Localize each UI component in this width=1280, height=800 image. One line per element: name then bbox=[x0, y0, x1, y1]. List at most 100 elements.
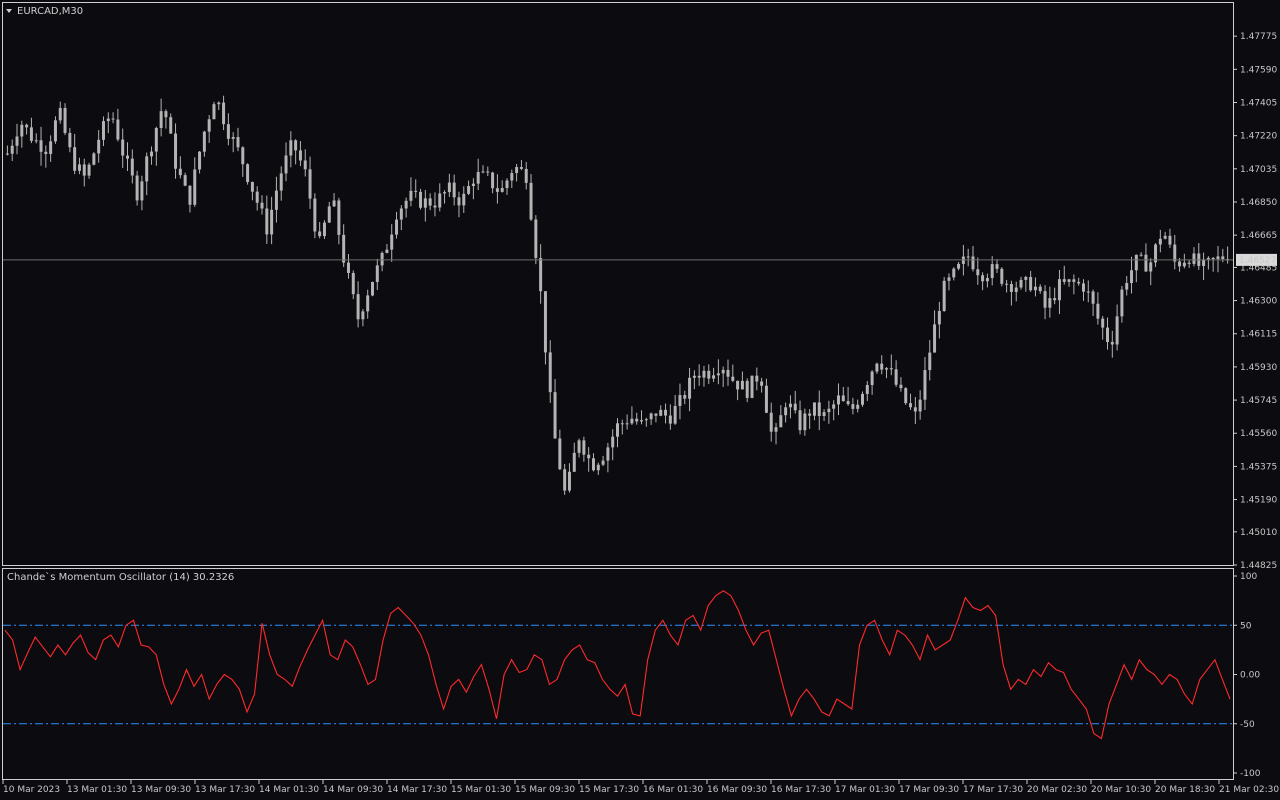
candle-body bbox=[894, 369, 898, 385]
candle-body bbox=[1182, 262, 1186, 267]
time-tick-label: 15 Mar 17:30 bbox=[579, 785, 639, 795]
candle-body bbox=[164, 111, 168, 118]
candle-body bbox=[913, 407, 917, 412]
candle-body bbox=[1029, 276, 1033, 291]
candle-body bbox=[481, 171, 485, 173]
candle-body bbox=[44, 151, 48, 154]
candle-body bbox=[836, 395, 840, 405]
candle-body bbox=[841, 395, 845, 402]
candle-body bbox=[193, 169, 197, 205]
candle-body bbox=[966, 256, 970, 258]
candle-body bbox=[255, 191, 259, 203]
candle-body bbox=[563, 469, 567, 491]
candle-body bbox=[654, 413, 658, 416]
candle-body bbox=[1187, 262, 1191, 264]
time-tick-label: 15 Mar 09:30 bbox=[515, 785, 575, 795]
candle-body bbox=[342, 234, 346, 263]
candle-body bbox=[322, 222, 326, 237]
candle-body bbox=[760, 381, 764, 386]
candle-body bbox=[539, 257, 543, 292]
candle-body bbox=[1077, 281, 1081, 284]
candle-body bbox=[1173, 244, 1177, 262]
candle-body bbox=[1101, 318, 1105, 328]
candle-body bbox=[58, 107, 62, 121]
candle-body bbox=[1125, 283, 1129, 290]
candle-body bbox=[981, 275, 985, 282]
candle-body bbox=[265, 208, 269, 235]
candle-body bbox=[491, 172, 495, 189]
candle-body bbox=[1081, 283, 1085, 292]
candle-body bbox=[327, 206, 331, 223]
candle-body bbox=[1000, 268, 1004, 284]
candle-body bbox=[135, 175, 139, 201]
candle-body bbox=[591, 458, 595, 471]
candle-body bbox=[270, 209, 274, 235]
time-tick-label: 17 Mar 01:30 bbox=[835, 785, 895, 795]
candle-body bbox=[712, 375, 716, 379]
price-tick-label: 1.45010 bbox=[1240, 528, 1277, 538]
candle-body bbox=[1144, 254, 1148, 272]
price-tick-label: 1.45930 bbox=[1240, 363, 1277, 373]
candle-body bbox=[1053, 298, 1057, 301]
candle-body bbox=[452, 182, 456, 198]
candle-body bbox=[740, 380, 744, 390]
candle-body bbox=[77, 164, 81, 171]
candle-body bbox=[918, 399, 922, 412]
candle-body bbox=[899, 384, 903, 389]
candle-body bbox=[769, 412, 773, 432]
candle-body bbox=[1019, 279, 1023, 288]
candle-body bbox=[659, 409, 663, 416]
candle-body bbox=[183, 175, 187, 186]
cmo-tick-label: -100 bbox=[1240, 769, 1261, 779]
candle-body bbox=[294, 140, 298, 151]
candle-body bbox=[29, 127, 33, 141]
candle-body bbox=[990, 264, 994, 279]
candle-body bbox=[366, 295, 370, 312]
candle-body bbox=[673, 405, 677, 424]
candle-body bbox=[500, 188, 504, 192]
candle-body bbox=[361, 311, 365, 320]
candle-body bbox=[63, 107, 67, 133]
candle-body bbox=[20, 124, 24, 137]
time-tick-label: 14 Mar 09:30 bbox=[323, 785, 383, 795]
candle-body bbox=[279, 173, 283, 191]
candle-body bbox=[620, 423, 624, 425]
candle-body bbox=[419, 191, 423, 208]
candle-body bbox=[870, 371, 874, 385]
candle-body bbox=[111, 118, 115, 120]
candle-body bbox=[433, 205, 437, 208]
candle-body bbox=[106, 118, 110, 122]
candle-body bbox=[649, 413, 653, 420]
candle-body bbox=[53, 120, 57, 142]
candle-body bbox=[812, 402, 816, 416]
candle-body bbox=[721, 369, 725, 374]
candle-body bbox=[606, 447, 610, 461]
current-price-badge: 1.46527 bbox=[1236, 253, 1277, 266]
candle-body bbox=[385, 249, 389, 253]
price-tick-label: 1.47775 bbox=[1240, 32, 1277, 42]
candle-body bbox=[222, 102, 226, 125]
candle-body bbox=[202, 131, 206, 152]
price-tick-label: 1.47405 bbox=[1240, 98, 1277, 108]
candle-body bbox=[567, 471, 571, 491]
candle-body bbox=[702, 370, 706, 378]
candle-body bbox=[318, 231, 322, 237]
candle-body bbox=[851, 404, 855, 409]
candle-body bbox=[101, 121, 105, 140]
candle-body bbox=[861, 393, 864, 405]
candle-body bbox=[130, 158, 134, 176]
candle-body bbox=[1057, 279, 1061, 301]
candle-body bbox=[395, 219, 399, 235]
candle-body bbox=[529, 182, 533, 220]
candle-body bbox=[587, 454, 591, 459]
candle-body bbox=[198, 151, 202, 170]
candle-body bbox=[750, 375, 754, 398]
candle-body bbox=[447, 182, 451, 193]
candle-body bbox=[346, 262, 350, 273]
time-tick-label: 14 Mar 01:30 bbox=[259, 785, 319, 795]
candle-body bbox=[303, 160, 307, 170]
chart-background bbox=[0, 0, 1280, 800]
candle-body bbox=[1009, 284, 1013, 292]
candle-body bbox=[625, 423, 629, 425]
symbol-title[interactable]: EURCAD,M30 bbox=[17, 6, 83, 17]
